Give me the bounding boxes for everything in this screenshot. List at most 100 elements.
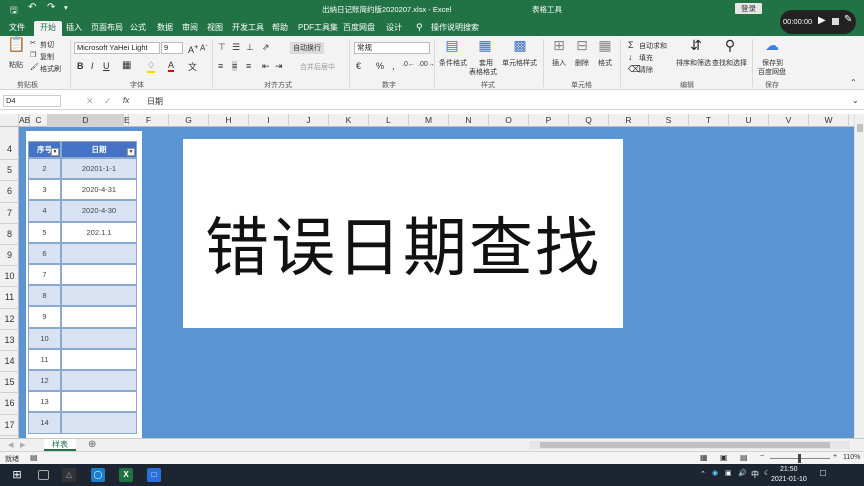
row-header[interactable]: 11 [0, 287, 19, 309]
column-header[interactable]: F [129, 114, 169, 127]
zoom-slider[interactable] [770, 454, 830, 463]
normal-view-icon[interactable]: ▦ [700, 453, 708, 462]
row-header[interactable]: 16 [0, 393, 19, 415]
vertical-scrollbar[interactable] [854, 114, 864, 438]
zoom-out-icon[interactable]: − [760, 453, 764, 460]
table-cell-date[interactable] [61, 327, 137, 349]
sort-filter-icon[interactable]: ⇵ [688, 38, 704, 52]
tab-help[interactable]: 帮助 [270, 21, 290, 36]
column-header[interactable]: V [769, 114, 809, 127]
tab-baidu-netdisk[interactable]: 百度网盘 [341, 21, 377, 36]
table-cell-date[interactable] [61, 370, 137, 392]
italic-icon[interactable]: I [91, 61, 94, 71]
formula-content[interactable]: 日期 [147, 96, 163, 107]
orientation-icon[interactable]: ⇗ [262, 42, 270, 53]
table-cell-index[interactable]: 14 [28, 412, 61, 434]
column-header[interactable]: C [30, 114, 48, 127]
row-header[interactable]: 12 [0, 309, 19, 330]
column-header[interactable]: Q [569, 114, 609, 127]
table-cell-date[interactable] [61, 348, 137, 370]
row-header[interactable]: 13 [0, 330, 19, 351]
sheet-area[interactable]: 序号 ▼ 日期 ▼ 2 20201-1-1 3 2020-4-31 4 2020-4-30 5 202… [19, 127, 854, 438]
page-layout-view-icon[interactable]: ▣ [720, 453, 728, 462]
comma-icon[interactable]: , [392, 61, 395, 71]
cancel-icon[interactable]: ✕ [86, 96, 94, 107]
tab-view[interactable]: 视图 [205, 21, 225, 36]
column-header[interactable]: W [809, 114, 849, 127]
merge-center-button[interactable]: 合并后居中 [300, 62, 335, 72]
table-cell-index[interactable]: 2 [28, 158, 61, 180]
table-cell-date[interactable]: 2020-4-31 [61, 179, 137, 201]
align-top-icon[interactable]: ⊤ [218, 42, 226, 53]
table-cell-date[interactable] [61, 264, 137, 286]
column-header[interactable]: M [409, 114, 449, 127]
conditional-format-button[interactable]: 条件格式 [439, 58, 467, 68]
align-middle-icon[interactable]: ☰ [232, 42, 240, 53]
table-cell-index[interactable]: 12 [28, 370, 61, 392]
zoom-in-icon[interactable]: + [833, 453, 837, 460]
filter-dropdown-icon[interactable]: ▼ [127, 148, 135, 156]
autosum-icon[interactable]: Σ [628, 40, 634, 50]
table-cell-index[interactable]: 8 [28, 285, 61, 307]
add-sheet-icon[interactable]: ⊕ [88, 439, 96, 450]
find-select-button[interactable]: 查找和选择 [712, 58, 747, 68]
search-app-icon[interactable]: ◯ [91, 468, 105, 482]
column-header[interactable]: J [289, 114, 329, 127]
align-center-icon[interactable]: ≡ [232, 61, 238, 71]
photos-app-icon[interactable]: △ [62, 468, 76, 482]
tab-review[interactable]: 审阅 [180, 21, 200, 36]
task-view-icon[interactable] [38, 470, 49, 480]
column-header[interactable]: AB [19, 114, 30, 127]
row-header[interactable]: 17 [0, 415, 19, 436]
delete-cells-icon[interactable]: ⊟ [574, 38, 590, 52]
column-header[interactable]: N [449, 114, 489, 127]
table-header-date[interactable]: 日期 ▼ [61, 141, 137, 158]
pen-icon[interactable]: ✎ [844, 14, 852, 25]
row-header[interactable]: 7 [0, 203, 19, 224]
percent-icon[interactable]: % [376, 61, 384, 71]
format-painter-button[interactable]: 格式刷 [40, 64, 61, 74]
tab-home[interactable]: 开始 [34, 21, 62, 36]
ime-indicator[interactable]: 中 [751, 469, 759, 480]
wrap-text-button[interactable]: 自动换行 [290, 42, 324, 54]
column-header[interactable]: H [209, 114, 249, 127]
column-header[interactable]: L [369, 114, 409, 127]
table-cell-date[interactable] [61, 242, 137, 264]
table-cell-index[interactable]: 10 [28, 327, 61, 349]
fill-color-icon[interactable]: ♢ [147, 60, 156, 73]
play-icon[interactable]: ▶ [818, 15, 826, 26]
table-cell-index[interactable]: 5 [28, 221, 61, 243]
row-header[interactable]: 6 [0, 181, 19, 203]
row-header[interactable]: 5 [0, 160, 19, 182]
excel-app-icon[interactable]: X [119, 468, 133, 482]
font-name-select[interactable]: Microsoft YaHei Light [74, 42, 160, 54]
decrease-font-icon[interactable]: A- [200, 42, 208, 53]
table-cell-index[interactable]: 3 [28, 179, 61, 201]
filter-dropdown-icon[interactable]: ▼ [51, 148, 59, 156]
table-cell-index[interactable]: 13 [28, 391, 61, 413]
clear-button[interactable]: 清除 [639, 65, 653, 75]
baidu-cloud-icon[interactable]: ☁ [764, 38, 780, 52]
table-cell-index[interactable]: 4 [28, 200, 61, 222]
table-cell-date[interactable]: 202.1.1 [61, 221, 137, 243]
increase-font-icon[interactable]: A+ [188, 42, 198, 55]
cut-icon[interactable]: ✂ [30, 39, 36, 47]
zoom-level[interactable]: 110% [843, 454, 860, 461]
fill-icon[interactable]: ↓ [628, 52, 633, 62]
phonetic-icon[interactable]: 文 [188, 60, 197, 73]
tab-developer[interactable]: 开发工具 [230, 21, 266, 36]
row-header[interactable]: 9 [0, 245, 19, 267]
column-header[interactable]: T [689, 114, 729, 127]
decrease-decimal-icon[interactable]: .00→ [418, 61, 435, 68]
meeting-app-icon[interactable]: □ [147, 468, 161, 482]
page-break-view-icon[interactable]: ▤ [740, 453, 748, 462]
currency-icon[interactable]: € [356, 61, 361, 71]
tab-design[interactable]: 设计 [384, 21, 404, 36]
cell-style-button[interactable]: 单元格样式 [502, 58, 537, 68]
volume-icon[interactable]: 🔊 [738, 469, 747, 477]
table-cell-date[interactable]: 2020-4-30 [61, 200, 137, 222]
table-cell-date[interactable]: 20201-1-1 [61, 158, 137, 180]
table-cell-date[interactable] [61, 412, 137, 434]
copy-button[interactable]: 复制 [40, 52, 54, 62]
name-box[interactable]: D4 [3, 95, 61, 107]
